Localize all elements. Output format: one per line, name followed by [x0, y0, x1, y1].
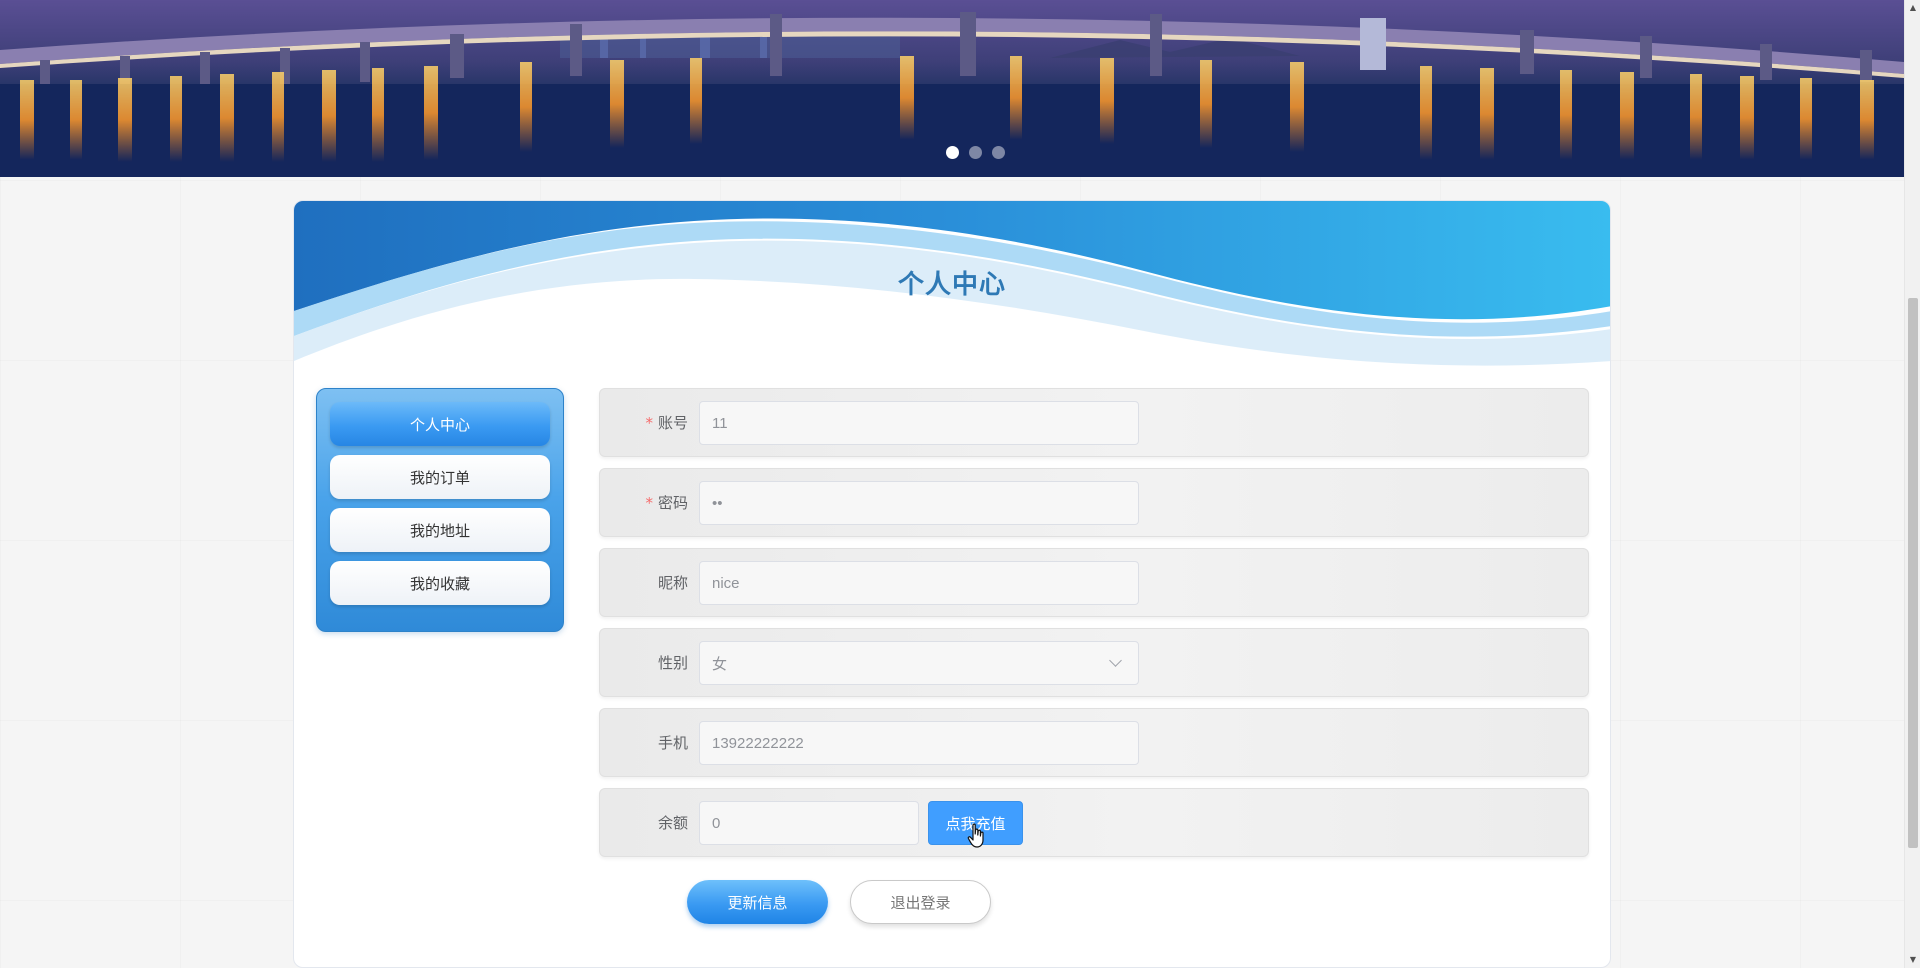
balance-input[interactable]: 0 [699, 801, 919, 845]
account-label: * 账号 [600, 389, 688, 456]
form-row-balance: 余额 0 点我充值 [599, 788, 1589, 857]
required-mark: * [645, 493, 653, 512]
gender-select[interactable]: 女 [699, 641, 1139, 685]
chevron-down-icon [1109, 654, 1122, 667]
form-actions: 更新信息 退出登录 [687, 880, 991, 924]
password-label: * 密码 [600, 469, 688, 536]
balance-label: 余额 [657, 814, 688, 832]
password-label-text: 密码 [657, 494, 688, 512]
side-menu-item-addresses[interactable]: 我的地址 [330, 508, 550, 552]
account-input[interactable]: 11 [699, 401, 1139, 445]
side-menu-item-favorites[interactable]: 我的收藏 [330, 561, 550, 605]
side-menu-item-orders[interactable]: 我的订单 [330, 455, 550, 499]
scrollbar-thumb[interactable] [1908, 298, 1918, 848]
page-title: 个人中心 [897, 270, 1006, 300]
required-mark: * [645, 413, 653, 432]
form-row-nickname: 昵称 nice [599, 548, 1589, 617]
recharge-button[interactable]: 点我充值 [928, 801, 1023, 845]
update-info-button[interactable]: 更新信息 [687, 880, 828, 924]
form-row-gender: 性别 女 [599, 628, 1589, 697]
phone-input[interactable]: 13922222222 [699, 721, 1139, 765]
account-label-text: 账号 [657, 414, 688, 432]
banner-carousel[interactable] [0, 0, 1904, 177]
logout-button[interactable]: 退出登录 [850, 880, 991, 924]
form-row-account: * 账号 11 [599, 388, 1589, 457]
scroll-up-arrow-icon[interactable]: ▲ [1905, 0, 1920, 16]
gender-selected-value: 女 [712, 655, 728, 673]
carousel-indicators [0, 146, 1904, 159]
carousel-dot-2[interactable] [968, 146, 982, 159]
form-row-phone: 手机 13922222222 [599, 708, 1589, 777]
profile-form: * 账号 11 * 密码 •• 昵称 nice 性别 女 手机 13922222… [599, 388, 1589, 868]
scroll-down-arrow-icon[interactable]: ▼ [1905, 952, 1920, 968]
side-menu-item-profile[interactable]: 个人中心 [330, 402, 550, 446]
password-input[interactable]: •• [699, 481, 1139, 525]
nickname-input[interactable]: nice [699, 561, 1139, 605]
carousel-dot-3[interactable] [991, 146, 1005, 159]
nickname-label: 昵称 [657, 574, 688, 592]
profile-card: 个人中心 个人中心 我的订单 我的地址 我的收藏 * 账号 11 * 密码 ••… [293, 200, 1611, 968]
side-menu: 个人中心 我的订单 我的地址 我的收藏 [316, 388, 564, 632]
gender-label: 性别 [657, 654, 688, 672]
form-row-password: * 密码 •• [599, 468, 1589, 537]
phone-label: 手机 [657, 734, 688, 752]
page-scrollbar[interactable]: ▲ ▼ [1904, 0, 1920, 968]
carousel-dot-1[interactable] [945, 146, 959, 159]
